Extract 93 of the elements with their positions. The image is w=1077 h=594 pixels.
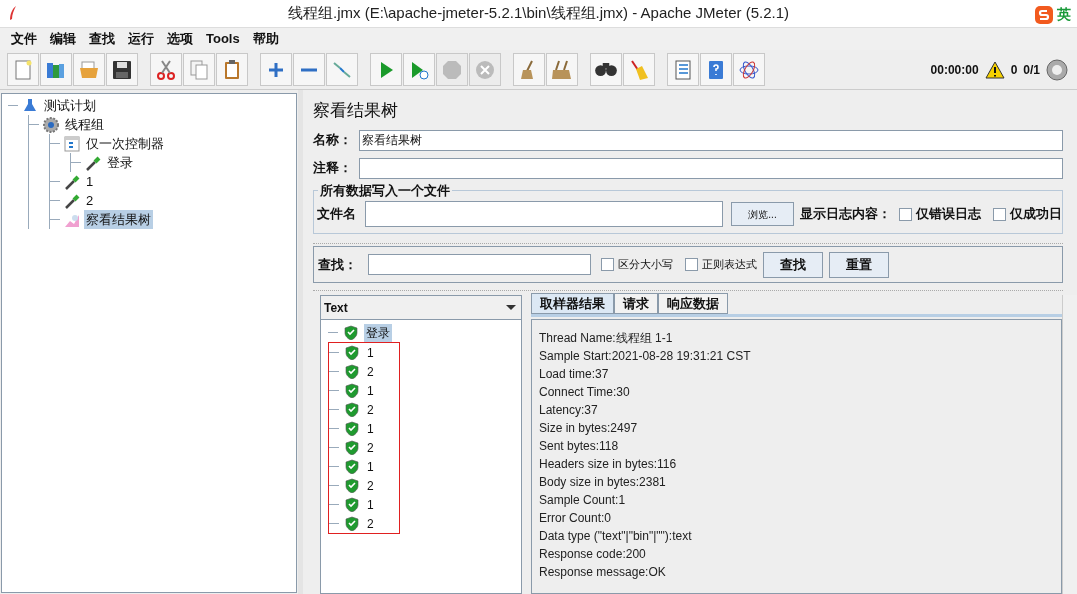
renderer-dropdown[interactable]: Text (321, 296, 521, 320)
shield-check-icon (345, 478, 359, 493)
result-line: Thread Name:线程组 1-1 (539, 330, 674, 347)
result-line: Sent bytes:118 (539, 438, 620, 455)
result-item[interactable]: 1 (365, 419, 376, 438)
result-item[interactable]: 1 (365, 495, 376, 514)
tree-item[interactable]: 仅一次控制器 (84, 133, 166, 154)
result-line: Error Count:0 (539, 510, 613, 527)
feather-icon (8, 5, 18, 21)
field-label: 文件名 (317, 205, 357, 224)
result-line: Response code:200 (539, 546, 647, 563)
checkbox-label: 正则表达式 (702, 257, 757, 273)
search-panel-button[interactable]: 重置 (829, 251, 889, 278)
window-icon (63, 134, 81, 153)
tree-item[interactable]: 线程组 (63, 114, 106, 135)
result-line: Sample Count:1 (539, 492, 627, 509)
checkbox[interactable] (993, 207, 1006, 221)
tab[interactable]: 取样器结果 (531, 293, 614, 314)
result-line: Size in bytes:2497 (539, 420, 639, 437)
shield-check-icon (345, 402, 359, 417)
elapsed-timer: 00:00:00 (930, 61, 979, 79)
checkbox[interactable] (601, 258, 614, 271)
result-line: Data type ("text"|"bin"|""):text (539, 528, 693, 545)
thread-count: 0/1 (1023, 61, 1040, 79)
tree-item[interactable]: 2 (84, 190, 96, 211)
shield-check-icon (345, 459, 359, 474)
toolbar-button[interactable] (216, 53, 248, 86)
checkbox-label: 仅成功日 (1010, 205, 1062, 224)
name-field[interactable]: 察看结果树 (359, 129, 1063, 151)
toolbar-button[interactable] (590, 53, 622, 86)
checkbox[interactable] (899, 207, 912, 221)
filename-field[interactable] (365, 201, 723, 227)
field-label: 注释： (313, 159, 353, 178)
shield-check-icon (345, 440, 359, 455)
shield-check-icon (345, 364, 359, 379)
result-item[interactable]: 2 (365, 400, 376, 419)
comment-field[interactable] (359, 157, 1063, 179)
field-label: 查找： (318, 255, 358, 274)
gear-icon (42, 115, 60, 134)
menu-item[interactable]: Tools (206, 29, 240, 49)
window-title: 线程组.jmx (E:\apache-jmeter-5.2.1\bin\线程组.jmx) - Apache JMeter (5.2.1) (288, 3, 789, 24)
binoculars-icon (595, 63, 617, 76)
menu-item[interactable]: 帮助 (252, 29, 279, 49)
result-item[interactable]: 2 (365, 362, 376, 381)
shield-check-icon (345, 421, 359, 436)
result-line: Response message:OK (539, 564, 667, 581)
shield-check-icon (345, 516, 359, 531)
menu-item[interactable]: 运行 (128, 29, 154, 49)
browse-button[interactable]: 浏览... (731, 202, 794, 226)
menu-item[interactable]: 编辑 (50, 29, 76, 49)
search-panel-button[interactable]: 查找 (763, 251, 823, 278)
log-label: 显示日志内容： (800, 205, 891, 224)
copy-icon (187, 57, 211, 82)
tab[interactable]: 响应数据 (658, 293, 728, 314)
ime-indicator[interactable]: 英 (1034, 4, 1071, 25)
menu-item[interactable]: 查找 (89, 29, 115, 49)
dropdown-arrow-icon (506, 305, 516, 310)
group-legend: 所有数据写入一个文件 (318, 181, 452, 201)
warning-icon (984, 60, 1005, 79)
result-line: Body size in bytes:2381 (539, 474, 667, 491)
menu-item[interactable]: 文件 (11, 29, 37, 49)
result-line: Sample Start:2021-08-28 19:31:21 CST (539, 348, 752, 365)
tree-item[interactable]: 1 (84, 171, 96, 192)
minus-icon (301, 67, 317, 72)
result-item[interactable]: 2 (365, 514, 376, 533)
shield-check-icon (345, 345, 359, 360)
tab[interactable]: 请求 (614, 293, 658, 314)
shield-check-icon (344, 325, 358, 340)
status-indicator-icon (1046, 58, 1068, 81)
checkbox-label: 区分大小写 (618, 257, 673, 273)
result-item[interactable]: 1 (365, 457, 376, 476)
menu-item[interactable]: 选项 (167, 29, 193, 49)
result-item[interactable]: 2 (365, 476, 376, 495)
checkbox-label: 仅错误日志 (916, 205, 981, 224)
result-line: Load time:37 (539, 366, 610, 383)
warning-count: 0 (1010, 61, 1018, 79)
result-line: Latency:37 (539, 402, 599, 419)
result-line: Headers size in bytes:116 (539, 456, 678, 473)
tree-item[interactable]: 登录 (105, 152, 135, 173)
tree-item[interactable]: 测试计划 (42, 95, 98, 116)
field-label: 名称： (313, 131, 353, 150)
result-line: Connect Time:30 (539, 384, 631, 401)
shield-check-icon (345, 383, 359, 398)
result-item[interactable]: 1 (365, 381, 376, 400)
toolbar-button[interactable] (106, 53, 138, 86)
checkbox[interactable] (685, 258, 698, 271)
panel-title: 察看结果树 (313, 100, 399, 122)
search-field[interactable] (368, 254, 591, 275)
shield-check-icon (345, 497, 359, 512)
result-item[interactable]: 登录 (364, 323, 392, 342)
result-item[interactable]: 1 (365, 343, 376, 362)
tree-item[interactable]: 察看结果树 (84, 209, 153, 230)
result-item[interactable]: 2 (365, 438, 376, 457)
